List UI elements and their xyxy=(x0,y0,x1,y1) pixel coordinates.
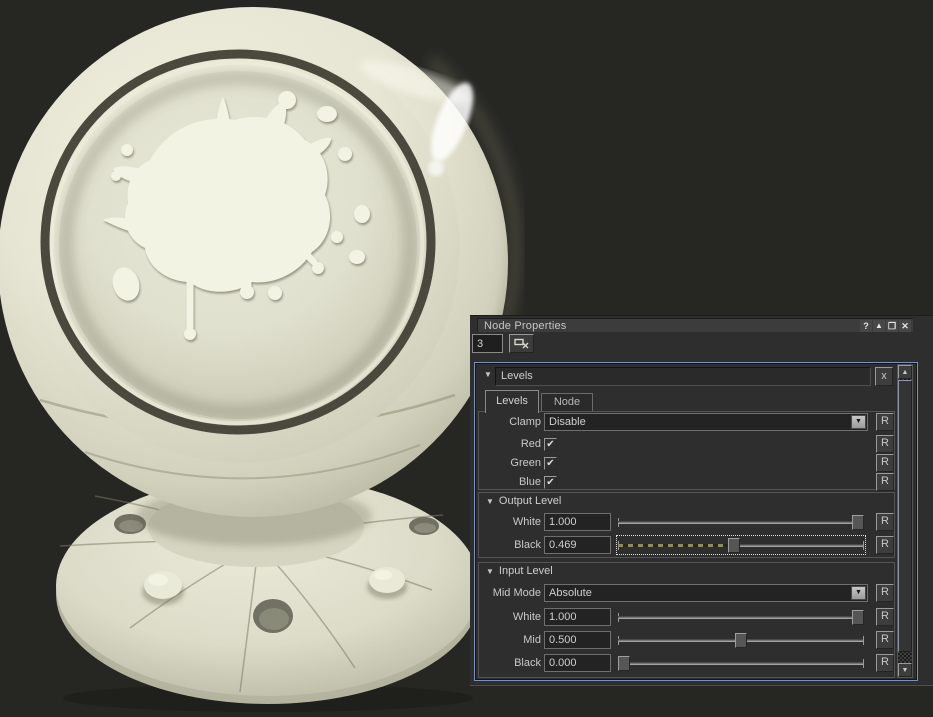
green-label: Green xyxy=(479,457,541,469)
reset-input-black-button[interactable]: R xyxy=(876,654,894,672)
tab-node[interactable]: Node xyxy=(541,393,593,411)
output-black-row: Black R xyxy=(479,536,894,554)
input-level-collapse-arrow[interactable]: ▼ xyxy=(486,567,494,576)
reset-blue-button[interactable]: R xyxy=(876,473,894,491)
node-properties-panel: Node Properties ? ▲ ❐ ✕ ▼ Levels x Level… xyxy=(470,315,933,686)
tab-levels[interactable]: Levels xyxy=(485,390,539,413)
panel-title: Node Properties xyxy=(478,320,567,332)
mid-mode-row: Mid Mode Absolute ▼ R xyxy=(479,584,894,602)
blue-row: Blue ✔ R xyxy=(479,473,894,491)
float-window-icon[interactable]: ❐ xyxy=(886,320,898,332)
update-selection-button[interactable] xyxy=(509,334,534,353)
node-name-box[interactable]: Levels xyxy=(495,367,871,386)
mid-mode-label: Mid Mode xyxy=(479,587,541,599)
output-level-collapse-arrow[interactable]: ▼ xyxy=(486,497,494,506)
input-black-slider[interactable] xyxy=(618,655,864,671)
clamp-value: Disable xyxy=(549,416,586,428)
scroll-up-icon[interactable]: ▲ xyxy=(898,365,912,379)
output-white-field[interactable] xyxy=(544,513,611,531)
mid-mode-dropdown[interactable]: Absolute ▼ xyxy=(544,584,868,602)
reset-output-white-button[interactable]: R xyxy=(876,513,894,531)
input-black-label: Black xyxy=(479,657,541,669)
input-mid-label: Mid xyxy=(479,634,541,646)
output-level-title: Output Level xyxy=(499,495,561,507)
output-black-slider[interactable] xyxy=(618,537,864,553)
red-checkbox[interactable]: ✔ xyxy=(544,438,557,451)
input-mid-field[interactable] xyxy=(544,631,611,649)
scrollbar-thumb[interactable] xyxy=(898,380,912,652)
reset-mid-mode-button[interactable]: R xyxy=(876,584,894,602)
blue-checkbox[interactable]: ✔ xyxy=(544,476,557,489)
input-white-row: White R xyxy=(479,608,894,626)
reset-input-mid-button[interactable]: R xyxy=(876,631,894,649)
input-black-row: Black R xyxy=(479,654,894,672)
output-black-slider-handle[interactable] xyxy=(728,538,740,553)
clamp-dropdown[interactable]: Disable ▼ xyxy=(544,413,868,431)
output-white-row: White R xyxy=(479,513,894,531)
selection-count-field[interactable] xyxy=(472,334,503,353)
input-level-title: Input Level xyxy=(499,565,553,577)
panel-scrollbar[interactable]: ▲ ▼ xyxy=(897,364,913,678)
input-mid-slider[interactable] xyxy=(618,632,864,648)
blue-label: Blue xyxy=(479,476,541,488)
clamp-row: Clamp Disable ▼ R xyxy=(479,413,894,431)
node-close-button[interactable]: x xyxy=(875,367,893,386)
red-label: Red xyxy=(479,438,541,450)
node-group-box: ▼ Levels x Levels Node Clamp Disable ▼ R… xyxy=(474,362,918,681)
output-white-label: White xyxy=(479,516,541,528)
node-collapse-arrow[interactable]: ▼ xyxy=(484,370,492,379)
output-black-label: Black xyxy=(479,539,541,551)
update-icon xyxy=(514,338,529,349)
reset-green-button[interactable]: R xyxy=(876,454,894,472)
close-icon[interactable]: ✕ xyxy=(899,320,911,332)
panel-titlebar[interactable]: Node Properties ? ▲ ❐ ✕ xyxy=(477,318,913,332)
input-black-slider-handle[interactable] xyxy=(618,656,630,671)
green-checkbox[interactable]: ✔ xyxy=(544,457,557,470)
chevron-down-icon[interactable]: ▼ xyxy=(851,586,866,600)
clamp-label: Clamp xyxy=(479,416,541,428)
input-white-slider-handle[interactable] xyxy=(852,610,864,625)
help-icon[interactable]: ? xyxy=(860,320,872,332)
reset-input-white-button[interactable]: R xyxy=(876,608,894,626)
titlebar-buttons: ? ▲ ❐ ✕ xyxy=(859,320,913,332)
green-row: Green ✔ R xyxy=(479,454,894,472)
input-white-slider[interactable] xyxy=(618,609,864,625)
scroll-down-icon[interactable]: ▼ xyxy=(898,663,912,677)
reset-red-button[interactable]: R xyxy=(876,435,894,453)
output-black-field[interactable] xyxy=(544,536,611,554)
input-mid-row: Mid R xyxy=(479,631,894,649)
input-white-field[interactable] xyxy=(544,608,611,626)
reset-clamp-button[interactable]: R xyxy=(876,413,894,431)
input-black-field[interactable] xyxy=(544,654,611,672)
collapse-icon[interactable]: ▲ xyxy=(873,320,885,332)
output-white-slider-handle[interactable] xyxy=(852,515,864,530)
output-white-slider[interactable] xyxy=(618,514,864,530)
input-mid-slider-handle[interactable] xyxy=(735,633,747,648)
mid-mode-value: Absolute xyxy=(549,587,592,599)
reset-output-black-button[interactable]: R xyxy=(876,536,894,554)
chevron-down-icon[interactable]: ▼ xyxy=(851,415,866,429)
red-row: Red ✔ R xyxy=(479,435,894,453)
input-white-label: White xyxy=(479,611,541,623)
